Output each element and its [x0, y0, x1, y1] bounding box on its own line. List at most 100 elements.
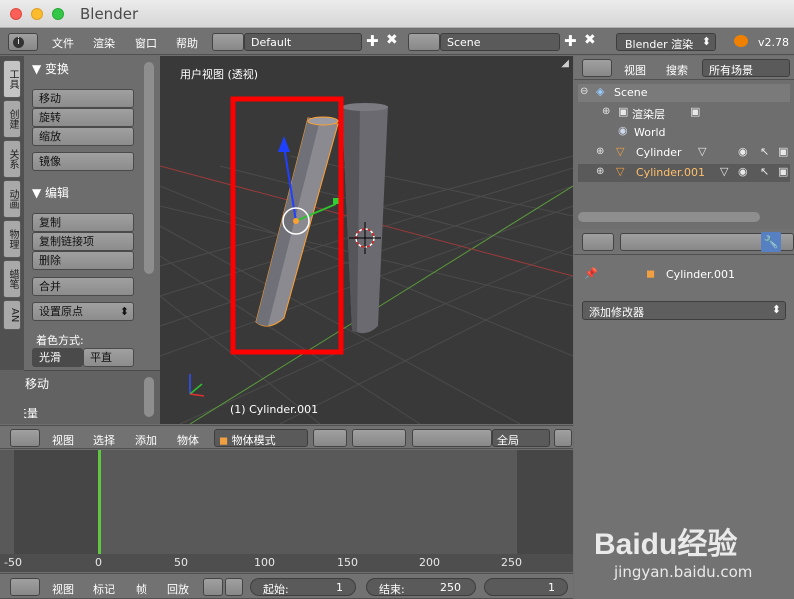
- minimize-window-button[interactable]: [31, 8, 43, 20]
- outliner-row-cylinder-001[interactable]: ⊕ ▽ Cylinder.001 ▽ ◉ ↖ ▣: [578, 164, 790, 182]
- move-button[interactable]: 移动: [32, 89, 134, 108]
- editor-type-timeline-icon[interactable]: [10, 578, 40, 596]
- menu-render[interactable]: 渲染: [93, 35, 115, 51]
- menu-view[interactable]: 视图: [52, 432, 74, 448]
- scene-icon[interactable]: [408, 33, 440, 51]
- add-scene-icon[interactable]: ✚: [564, 32, 577, 50]
- editor-type-outliner-icon[interactable]: [582, 59, 612, 77]
- expand-icon: ⊕: [596, 146, 605, 157]
- scale-button[interactable]: 缩放: [32, 127, 134, 146]
- outliner-menu-search[interactable]: 搜索: [666, 62, 688, 78]
- manipulator-toggle-icons[interactable]: [412, 429, 492, 447]
- 3d-view-header: 视图 选择 添加 物体 ◼ 物体模式 全局: [0, 425, 573, 449]
- menu-window[interactable]: 窗口: [135, 35, 157, 51]
- tab-create[interactable]: 创建: [3, 100, 21, 138]
- outliner-row-cylinder[interactable]: ⊕ ▽ Cylinder ▽ ◉ ↖ ▣: [578, 144, 790, 162]
- layers-grid-icon[interactable]: [554, 429, 572, 447]
- tab-an[interactable]: AN: [3, 300, 21, 330]
- tool-shelf-scrollbar[interactable]: [144, 62, 154, 274]
- start-frame-label: 起始:: [263, 583, 289, 596]
- timeline-menu-view[interactable]: 视图: [52, 581, 74, 597]
- current-frame-field[interactable]: 1: [484, 578, 568, 596]
- delete-button[interactable]: 删除: [32, 251, 134, 270]
- tab-relations[interactable]: 关系: [3, 140, 21, 178]
- layout-grid-icon[interactable]: [212, 33, 244, 51]
- editor-type-info-icon[interactable]: i: [8, 33, 38, 51]
- render-camera-icon[interactable]: ▣: [778, 145, 788, 158]
- remove-layout-icon[interactable]: ✖: [386, 32, 398, 48]
- layout-name-field[interactable]: Default: [244, 33, 362, 51]
- timeline-editor[interactable]: -50 0 50 100 150 200 250: [0, 450, 573, 572]
- 3d-viewport[interactable]: 用户视图 (透视) (1) Cylinder.001 ◢: [160, 56, 573, 424]
- menu-help[interactable]: 帮助: [176, 35, 198, 51]
- mirror-button[interactable]: 镜像: [32, 152, 134, 171]
- tab-grease-pencil[interactable]: 蜡笔: [3, 260, 21, 298]
- current-frame-marker[interactable]: [98, 450, 101, 554]
- z-arrow-icon[interactable]: [278, 136, 290, 152]
- remove-scene-icon[interactable]: ✖: [584, 32, 596, 48]
- outliner-filter-select[interactable]: 所有场景: [702, 59, 790, 77]
- viewport-shading-icon[interactable]: [313, 429, 347, 447]
- render-engine-select[interactable]: Blender 渲染 ⬍: [616, 33, 716, 51]
- visibility-eye-icon[interactable]: ◉: [738, 145, 748, 158]
- outliner-row-renderlayers[interactable]: ⊕ ▣ 渲染层 ▣: [578, 104, 790, 122]
- visibility-eye-icon[interactable]: ◉: [738, 165, 748, 178]
- outliner-scrollbar[interactable]: [578, 212, 760, 222]
- operator-scrollbar[interactable]: [144, 377, 154, 417]
- scene-name-field[interactable]: Scene: [440, 33, 560, 51]
- y-handle-icon[interactable]: [333, 198, 339, 204]
- menu-file[interactable]: 文件: [52, 35, 74, 51]
- mode-select[interactable]: ◼ 物体模式: [214, 429, 308, 447]
- move-panel-header[interactable]: ▼ 移动: [12, 375, 132, 392]
- transform-panel-header[interactable]: ▼ 变换: [32, 60, 69, 77]
- timeline-menu-playback[interactable]: 回放: [167, 581, 189, 597]
- select-arrows-icon: ⬍: [701, 35, 711, 48]
- outliner-row-scene[interactable]: ⊖ ◈ Scene: [578, 84, 790, 102]
- start-frame-field[interactable]: 起始: 1: [250, 578, 356, 596]
- edit-panel-header[interactable]: ▼ 编辑: [32, 184, 69, 201]
- properties-editor: 🔧 📌 ◼ Cylinder.001 添加修改器 ⬍ Baidu经验 jingy…: [574, 229, 794, 599]
- menu-add[interactable]: 添加: [135, 432, 157, 448]
- record-keying-icon[interactable]: [203, 578, 223, 596]
- menu-select[interactable]: 选择: [93, 432, 115, 448]
- outliner-menu-view[interactable]: 视图: [624, 62, 646, 78]
- select-arrows-icon: ⬍: [119, 305, 129, 318]
- lock-icon[interactable]: [225, 578, 243, 596]
- tab-tools[interactable]: 工具: [3, 60, 21, 98]
- outliner-renderlayers-label: 渲染层: [632, 108, 665, 121]
- render-layer-toggle-icon[interactable]: ▣: [690, 105, 700, 118]
- window-title: Blender: [80, 5, 139, 23]
- smooth-button[interactable]: 光滑: [32, 348, 83, 367]
- cylinder-mesh[interactable]: [342, 103, 388, 334]
- pin-icon[interactable]: 📌: [584, 267, 598, 280]
- outliner-scene-label: Scene: [614, 86, 648, 99]
- modifier-wrench-icon[interactable]: 🔧: [761, 232, 781, 252]
- duplicate-linked-button[interactable]: 复制链接项: [32, 232, 134, 251]
- orientation-select[interactable]: 全局: [492, 429, 550, 447]
- add-modifier-select[interactable]: 添加修改器 ⬍: [582, 301, 786, 320]
- view-label: 用户视图 (透视): [180, 68, 259, 81]
- select-cursor-icon[interactable]: ↖: [760, 145, 769, 158]
- pivot-point-icon[interactable]: [352, 429, 406, 447]
- tab-animation[interactable]: 动画: [3, 180, 21, 218]
- join-button[interactable]: 合并: [32, 277, 134, 296]
- zoom-window-button[interactable]: [52, 8, 64, 20]
- editor-type-3d-icon[interactable]: [10, 429, 40, 447]
- set-origin-select[interactable]: 设置原点 ⬍: [32, 302, 134, 321]
- properties-context-tabs[interactable]: 🔧: [620, 232, 794, 252]
- add-layout-icon[interactable]: ✚: [366, 32, 379, 50]
- menu-object[interactable]: 物体: [177, 432, 199, 448]
- editor-type-properties-icon[interactable]: [582, 233, 614, 251]
- select-cursor-icon[interactable]: ↖: [760, 165, 769, 178]
- world-icon: ◉: [618, 124, 628, 137]
- timeline-menu-marker[interactable]: 标记: [93, 581, 115, 597]
- close-window-button[interactable]: [10, 8, 22, 20]
- duplicate-button[interactable]: 复制: [32, 213, 134, 232]
- end-frame-field[interactable]: 结束: 250: [366, 578, 476, 596]
- timeline-menu-frame[interactable]: 帧: [136, 581, 147, 597]
- tab-physics[interactable]: 物理: [3, 220, 21, 258]
- outliner-row-world[interactable]: ◉ World: [578, 124, 790, 142]
- render-camera-icon[interactable]: ▣: [778, 165, 788, 178]
- rotate-button[interactable]: 旋转: [32, 108, 134, 127]
- flat-button[interactable]: 平直: [83, 348, 134, 367]
